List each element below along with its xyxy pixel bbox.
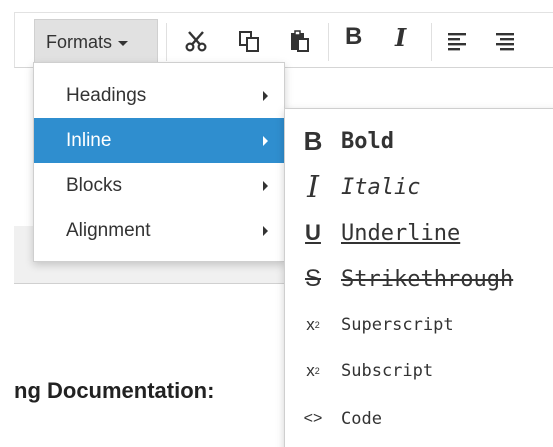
submenu-item-italic[interactable]: I Italic [285, 167, 553, 207]
submenu-item-label: Italic [341, 174, 421, 200]
paste-icon[interactable] [285, 27, 313, 55]
submenu-item-superscript[interactable]: x2 Superscript [285, 305, 553, 345]
menu-item-label: Headings [66, 84, 147, 106]
strikethrough-icon: S [304, 265, 321, 292]
document-heading: ng Documentation: [14, 378, 215, 403]
inline-submenu: B Bold I Italic U Underline S Strikethro… [284, 108, 553, 447]
chevron-right-icon [263, 226, 268, 236]
submenu-item-code[interactable]: <> Code [285, 399, 553, 439]
submenu-item-underline[interactable]: U Underline [285, 213, 553, 253]
submenu-item-bold[interactable]: B Bold [285, 121, 553, 161]
code-icon: <> [303, 410, 323, 427]
formats-label: Formats [46, 31, 113, 52]
align-left-icon[interactable] [443, 27, 471, 55]
italic-icon: I [307, 169, 319, 205]
editor-toolbar: Formats B I [14, 12, 553, 68]
bold-icon[interactable]: B [345, 23, 362, 51]
formats-menu: Headings Inline Blocks Alignment [33, 62, 285, 262]
chevron-right-icon [263, 181, 268, 191]
superscript-icon: x2 [306, 315, 320, 334]
menu-item-label: Alignment [66, 219, 151, 241]
scissors-icon[interactable] [182, 27, 210, 55]
toolbar-separator [166, 23, 167, 61]
italic-icon[interactable]: I [395, 23, 406, 52]
formats-dropdown-button[interactable]: Formats [34, 19, 158, 65]
align-center-icon[interactable] [491, 27, 519, 55]
submenu-item-subscript[interactable]: x2 Subscript [285, 351, 553, 391]
chevron-right-icon [263, 91, 268, 101]
submenu-item-label: Strikethrough [341, 266, 514, 292]
subscript-icon: x2 [306, 361, 320, 380]
caret-down-icon [118, 40, 129, 46]
submenu-item-label: Bold [341, 128, 394, 154]
menu-item-blocks[interactable]: Blocks [34, 163, 284, 208]
menu-item-headings[interactable]: Headings [34, 73, 284, 118]
toolbar-separator [431, 23, 432, 61]
underline-icon: U [305, 220, 321, 245]
bold-icon: B [303, 125, 323, 156]
menu-item-inline[interactable]: Inline [34, 118, 284, 163]
menu-item-label: Blocks [66, 174, 122, 196]
submenu-item-label: Subscript [341, 361, 434, 381]
menu-item-alignment[interactable]: Alignment [34, 208, 284, 253]
menu-item-label: Inline [66, 129, 112, 151]
submenu-item-label: Superscript [341, 315, 454, 335]
submenu-item-label: Code [341, 409, 382, 429]
submenu-item-strikethrough[interactable]: S Strikethrough [285, 259, 553, 299]
copy-icon[interactable] [235, 27, 263, 55]
chevron-right-icon [263, 136, 268, 146]
toolbar-separator [328, 23, 329, 61]
submenu-item-label: Underline [341, 220, 461, 246]
